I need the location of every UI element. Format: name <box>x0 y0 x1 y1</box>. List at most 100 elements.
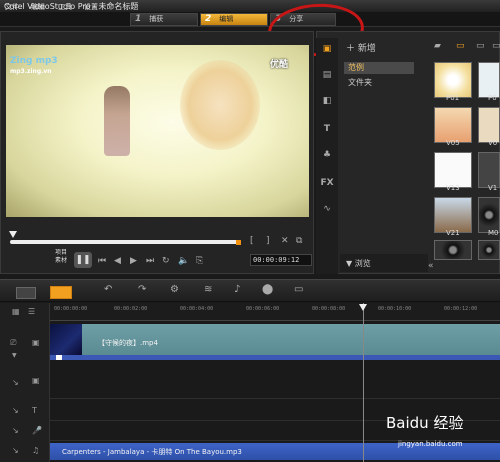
timeline-view-icon[interactable] <box>50 286 72 299</box>
thumb-m0[interactable] <box>478 197 500 233</box>
thumb-v13[interactable] <box>434 152 472 188</box>
browse-button[interactable]: ▼ 浏览 <box>346 258 371 269</box>
ruler-tick: 00:00:12:00 <box>444 306 478 312</box>
play-button[interactable]: ❚❚ <box>74 252 92 268</box>
chapter-icon[interactable]: ☰ <box>28 307 35 316</box>
thumb-m0-label: M0 <box>488 229 499 237</box>
redo-icon[interactable]: ↷ <box>138 284 146 295</box>
thumb-p01-label: P01 <box>446 94 460 102</box>
ruler-tick: 00:00:04:00 <box>180 306 214 312</box>
thumb-v05[interactable] <box>434 107 472 143</box>
tab-edit[interactable]: 2 编辑 <box>200 13 268 26</box>
overlay-track-icon: ▣ <box>32 376 40 385</box>
folder-icon[interactable]: ▰ <box>434 41 441 51</box>
tab-edit-label: 编辑 <box>219 15 234 23</box>
volume-icon[interactable]: 🔈 <box>178 256 189 266</box>
show-audio-icon[interactable]: ▭ <box>492 41 500 51</box>
expand-icon[interactable]: ▼ <box>12 352 17 359</box>
timeline-toolbar <box>0 279 500 302</box>
thumb-p01[interactable] <box>434 62 472 98</box>
scrub-bar[interactable] <box>10 240 240 244</box>
thumb-p0-label: P0 <box>488 94 497 102</box>
thumb-v1[interactable] <box>478 152 500 188</box>
menu-tools[interactable]: 工具 <box>58 2 72 12</box>
thumb-v21-label: V21 <box>446 229 460 237</box>
trim-end-marker[interactable] <box>236 240 241 245</box>
transition-icon[interactable]: ◧ <box>320 96 334 108</box>
split-icon[interactable]: ⎘ <box>196 256 203 266</box>
subtitle-icon[interactable]: ▭ <box>294 284 303 295</box>
clip-thumbnail[interactable] <box>50 324 82 355</box>
thumb-v1-label: V1 <box>488 184 498 192</box>
sound-mixer-icon[interactable]: ≋ <box>204 284 212 295</box>
watermark-logo: Baidu 经验 <box>386 414 464 432</box>
timecode-display[interactable]: 00:00:09:12 <box>250 254 312 266</box>
scrub-handle[interactable] <box>9 231 17 238</box>
repeat-icon[interactable]: ↻ <box>162 256 170 266</box>
music-track-toggle-icon[interactable]: ↘ <box>12 446 19 455</box>
playhead-line <box>363 303 364 462</box>
video-track-icon: ▣ <box>32 338 40 347</box>
path-icon[interactable]: ∿ <box>320 204 334 216</box>
graphic-icon[interactable]: ♣ <box>320 150 334 162</box>
title-icon[interactable]: T <box>320 124 334 136</box>
folder-folder[interactable]: 文件夹 <box>348 77 372 88</box>
menu-settings[interactable]: 设置 <box>84 2 98 12</box>
video-clip-label: 【守候的夜】.mp4 <box>98 339 158 347</box>
instant-project-icon[interactable]: ▤ <box>320 70 334 82</box>
menu-file[interactable]: 文件 <box>5 2 19 12</box>
thumb-audio-b[interactable] <box>478 240 500 260</box>
cut-icon[interactable]: ✕ <box>281 236 289 246</box>
track-headers <box>0 303 50 462</box>
end-icon[interactable]: ⏭ <box>146 256 154 266</box>
mark-in-icon[interactable]: [ <box>250 236 254 246</box>
media-icon[interactable]: ▣ <box>320 44 334 56</box>
thumb-v21[interactable] <box>434 197 472 233</box>
undo-icon[interactable]: ↶ <box>104 284 112 295</box>
tab-capture[interactable]: 1 捕获 <box>130 13 198 26</box>
overlay-logo-text: Zing mp3 <box>10 56 58 66</box>
folder-sample[interactable]: 范例 <box>344 62 414 74</box>
menu-edit[interactable]: 编辑 <box>31 2 45 12</box>
next-frame-icon[interactable]: ▶ <box>130 256 137 266</box>
browse-label: 浏览 <box>354 259 371 268</box>
show-photos-icon[interactable]: ▭ <box>476 41 485 51</box>
voice-track-toggle-icon[interactable]: ↘ <box>12 426 19 435</box>
mark-out-icon[interactable]: ] <box>266 236 270 246</box>
music-track-icon: ♫ <box>32 446 40 455</box>
ruler-tick: 00:00:00:00 <box>54 306 88 312</box>
title-track-toggle-icon[interactable]: ↘ <box>12 406 19 415</box>
thumb-v0-label: V0 <box>488 139 498 147</box>
title-track-icon: T <box>32 406 37 415</box>
project-clip-mode-label[interactable]: 项目 素材 <box>52 249 70 265</box>
overlay-track-toggle-icon[interactable]: ↘ <box>12 378 19 387</box>
thumb-audio-a[interactable] <box>434 240 472 260</box>
fx-filter-icon[interactable]: FX <box>320 178 334 190</box>
mask-icon[interactable]: ⬤ <box>262 284 273 295</box>
preview-figure <box>104 86 130 156</box>
track-manager-icon[interactable]: ▦ <box>12 307 20 316</box>
auto-music-icon[interactable]: ♪ <box>234 284 240 295</box>
tab-capture-number: 1 <box>135 14 142 24</box>
enlarge-icon[interactable]: ⧉ <box>296 236 302 246</box>
tab-edit-number: 2 <box>205 14 212 24</box>
prev-frame-icon[interactable]: ◀ <box>114 256 121 266</box>
storyboard-view-icon[interactable] <box>16 287 36 299</box>
video-clip-audio-bar <box>50 355 500 360</box>
thumb-p0[interactable] <box>478 62 500 98</box>
music-clip-label: Carpenters - Jambalaya - 卡朋特 On The Bayo… <box>62 448 242 456</box>
show-videos-icon[interactable]: ▭ <box>456 41 465 51</box>
home-icon[interactable]: ⏮ <box>98 256 106 266</box>
collapse-icon[interactable]: « <box>428 261 434 271</box>
video-track-toggle-icon[interactable]: ⎚ <box>10 338 16 348</box>
playhead-handle[interactable] <box>359 304 367 311</box>
preview-face <box>180 60 260 150</box>
library-add-label: 新增 <box>357 44 376 54</box>
record-capture-icon[interactable]: ⚙ <box>170 284 179 295</box>
clip-marker <box>56 355 62 360</box>
ruler-tick: 00:00:08:00 <box>312 306 346 312</box>
thumb-v0[interactable] <box>478 107 500 143</box>
ruler-tick: 00:00:02:00 <box>114 306 148 312</box>
library-add-button[interactable]: ＋ 新增 <box>346 41 376 54</box>
ruler-tick: 00:00:10:00 <box>378 306 412 312</box>
